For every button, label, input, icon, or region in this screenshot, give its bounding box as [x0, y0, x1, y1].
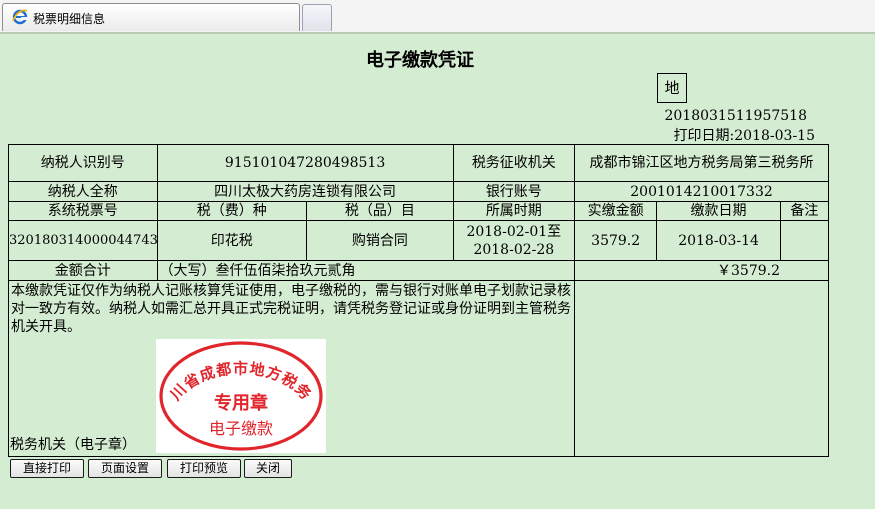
- tab-title: 税票明细信息: [33, 12, 106, 26]
- official-seal-icon: 四川省成都市地方税务局 专用章 电子缴款: [147, 325, 323, 451]
- tax-type-value: 印花税: [156, 219, 308, 262]
- print-preview-button[interactable]: 打印预览: [167, 459, 241, 478]
- taxpayer-name-label: 纳税人全称: [8, 181, 158, 202]
- tab-tax-detail[interactable]: 税票明细信息: [2, 3, 300, 31]
- pay-date-value: 2018-03-14: [656, 219, 781, 262]
- voucher-table: 纳税人识别号 915101047280498513 税务征收机关 成都市锦江区地…: [7, 143, 830, 458]
- serial-number: 2018031511957518: [664, 108, 807, 124]
- taxpayer-id-value: 915101047280498513: [156, 143, 454, 183]
- tab-bar: 税票明细信息: [0, 0, 875, 33]
- collector-value: 成都市锦江区地方税务局第三税务所: [574, 143, 829, 183]
- print-date: 打印日期:2018-03-15: [673, 128, 815, 144]
- header-amount: 实缴金额: [574, 200, 658, 221]
- collector-label: 税务征收机关: [452, 143, 576, 183]
- table-row: 320180314000044743 印花税 购销合同 2018-02-01至2…: [8, 219, 830, 262]
- close-button[interactable]: 关闭: [244, 459, 292, 478]
- seal-bottom-text: 电子缴款: [209, 419, 273, 438]
- row-total: 金额合计 （大写）叁仟伍佰柒拾玖元贰角 ￥3579.2: [8, 260, 829, 281]
- total-uppercase: （大写）叁仟伍佰柒拾玖元贰角: [156, 260, 576, 281]
- new-tab-button[interactable]: [302, 4, 332, 31]
- ticket-no-value: 320180314000044743: [8, 219, 158, 262]
- row-taxpayer-id: 纳税人识别号 915101047280498513 税务征收机关 成都市锦江区地…: [8, 143, 829, 183]
- bank-account-label: 银行账号: [452, 181, 576, 202]
- header-remark: 备注: [779, 200, 830, 221]
- header-tax-item: 税（品）目: [306, 200, 454, 221]
- notice-cell: 本缴款凭证仅作为纳税人记账核算凭证使用，电子缴税的，需与银行对账单电子划款记录核…: [7, 279, 576, 458]
- remark-value: [779, 219, 830, 262]
- period-value: 2018-02-01至2018-02-28: [452, 219, 576, 262]
- row-headers: 系统税票号 税（费）种 税（品）目 所属时期 实缴金额 缴款日期 备注: [8, 200, 830, 221]
- tax-item-value: 购销合同: [306, 219, 454, 262]
- direct-print-button[interactable]: 直接打印: [10, 459, 84, 478]
- document-title: 电子缴款凭证: [366, 50, 474, 71]
- header-period: 所属时期: [452, 200, 576, 221]
- total-amount: ￥3579.2: [574, 260, 829, 281]
- notice-text: 本缴款凭证仅作为纳税人记账核算凭证使用，电子缴税的，需与银行对账单电子划款记录核…: [11, 282, 571, 335]
- row-taxpayer-name: 纳税人全称 四川太极大药房连锁有限公司 银行账号 200101421001733…: [8, 181, 829, 202]
- copy-mark: 地: [657, 73, 687, 103]
- taxpayer-name-value: 四川太极大药房连锁有限公司: [156, 181, 454, 202]
- ie-icon: [12, 9, 28, 25]
- page-setup-button[interactable]: 页面设置: [88, 459, 162, 478]
- row-notice: 本缴款凭证仅作为纳税人记账核算凭证使用，电子缴税的，需与银行对账单电子划款记录核…: [7, 279, 829, 458]
- taxpayer-id-label: 纳税人识别号: [8, 143, 158, 183]
- tax-office-label: 税务机关（电子章）: [10, 437, 136, 453]
- total-label: 金额合计: [8, 260, 158, 281]
- seal-image: 四川省成都市地方税务局 专用章 电子缴款: [147, 325, 326, 453]
- notice-blank-cell: [574, 279, 829, 458]
- header-tax-type: 税（费）种: [156, 200, 308, 221]
- amount-value: 3579.2: [574, 219, 658, 262]
- bank-account-value: 2001014210017332: [574, 181, 829, 202]
- header-ticket-no: 系统税票号: [8, 200, 158, 221]
- seal-center-text: 专用章: [214, 392, 268, 414]
- header-pay-date: 缴款日期: [656, 200, 781, 221]
- page-divider: [0, 32, 875, 34]
